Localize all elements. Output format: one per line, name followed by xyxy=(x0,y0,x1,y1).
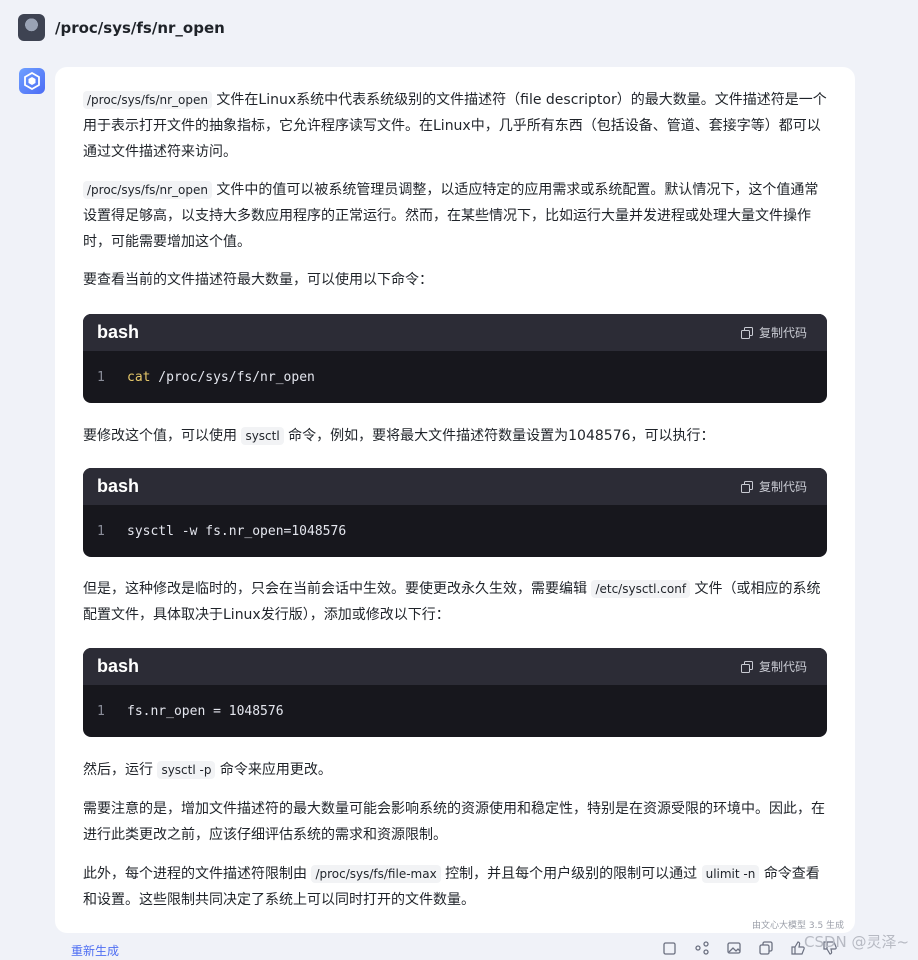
copy-code-label: 复制代码 xyxy=(758,326,807,340)
code-text: fs.nr_open = 1048576 xyxy=(127,703,284,719)
inline-code: ulimit -n xyxy=(701,865,760,883)
copy-icon[interactable] xyxy=(662,940,678,956)
regenerate-button[interactable]: 重新生成 xyxy=(71,942,119,959)
answer-paragraph-7: 需要注意的是，增加文件描述符的最大数量可能会影响系统的资源使用和稳定性，特别是在… xyxy=(83,796,827,848)
paragraph-text: 此外，每个进程的文件描述符限制由 xyxy=(83,866,307,882)
line-number: 1 xyxy=(97,703,105,719)
paragraph-text: 命令来应用更改。 xyxy=(219,762,332,778)
paragraph-text: 需要注意的是，增加文件描述符的最大数量可能会影响系统的资源使用和稳定性，特别是在… xyxy=(83,801,825,843)
code-language: bash xyxy=(97,476,140,496)
code-block-3: bash 复制代码 1 fs.nr_open = 1048576 xyxy=(83,648,827,737)
ernie-logo-icon xyxy=(24,72,40,90)
code-line: 1 fs.nr_open = 1048576 xyxy=(83,685,827,737)
paragraph-text: 命令，例如，要将最大文件描述符数量设置为1048576，可以执行： xyxy=(288,428,715,444)
code-block-header: bash 复制代码 xyxy=(83,468,827,505)
line-number: 1 xyxy=(97,369,105,385)
paragraph-text: 要查看当前的文件描述符最大数量，可以使用以下命令： xyxy=(83,272,433,288)
copy-icon xyxy=(740,480,753,493)
copy-code-label: 复制代码 xyxy=(758,660,807,674)
image-icon[interactable] xyxy=(726,940,742,956)
copy-code-label: 复制代码 xyxy=(758,480,807,494)
answer-paragraph-5: 但是，这种修改是临时的，只会在当前会话中生效。要使更改永久生效，需要编辑 /et… xyxy=(83,576,827,628)
user-message: /proc/sys/fs/nr_open xyxy=(18,14,225,41)
code-block-1: bash 复制代码 1 cat /proc/sys/fs/nr_open xyxy=(83,314,827,403)
share-icon[interactable] xyxy=(694,940,710,956)
code-block-header: bash 复制代码 xyxy=(83,314,827,351)
inline-code: /proc/sys/fs/file-max xyxy=(311,865,441,883)
copy-code-button[interactable]: 复制代码 xyxy=(740,478,807,495)
line-number: 1 xyxy=(97,523,105,539)
inline-code: /proc/sys/fs/nr_open xyxy=(83,91,212,109)
inline-code: /etc/sysctl.conf xyxy=(591,580,691,598)
paragraph-text: 但是，这种修改是临时的，只会在当前会话中生效。要使更改永久生效，需要编辑 xyxy=(83,581,587,597)
paragraph-text: 控制，并且每个用户级别的限制可以通过 xyxy=(445,866,698,882)
answer-card: /proc/sys/fs/nr_open 文件在Linux系统中代表系统级别的文… xyxy=(55,67,855,933)
bot-avatar xyxy=(19,68,45,94)
answer-paragraph-6: 然后，运行 sysctl -p 命令来应用更改。 xyxy=(83,757,827,783)
copy-icon xyxy=(740,326,753,339)
paragraph-text: 要修改这个值，可以使用 xyxy=(83,428,237,444)
user-avatar xyxy=(18,14,45,41)
copy-code-button[interactable]: 复制代码 xyxy=(740,324,807,341)
code-line: 1 sysctl -w fs.nr_open=1048576 xyxy=(83,505,827,557)
code-keyword: cat xyxy=(127,369,151,385)
answer-paragraph-4: 要修改这个值，可以使用 sysctl 命令，例如，要将最大文件描述符数量设置为1… xyxy=(83,423,827,449)
duplicate-icon[interactable] xyxy=(758,940,774,956)
inline-code: sysctl -p xyxy=(157,761,216,779)
csdn-watermark: CSDN @灵泽~ xyxy=(804,933,910,951)
code-text: /proc/sys/fs/nr_open xyxy=(150,369,315,385)
user-query-text: /proc/sys/fs/nr_open xyxy=(55,18,225,37)
model-attribution: 由文心大模型 3.5 生成 xyxy=(752,921,845,931)
code-language: bash xyxy=(97,322,140,342)
copy-code-button[interactable]: 复制代码 xyxy=(740,658,807,675)
code-language: bash xyxy=(97,656,140,676)
code-text: sysctl -w fs.nr_open=1048576 xyxy=(127,523,347,539)
code-block-header: bash 复制代码 xyxy=(83,648,827,685)
inline-code: /proc/sys/fs/nr_open xyxy=(83,181,212,199)
answer-paragraph-3: 要查看当前的文件描述符最大数量，可以使用以下命令： xyxy=(83,267,827,293)
paragraph-text: 然后，运行 xyxy=(83,762,153,778)
answer-paragraph-1: /proc/sys/fs/nr_open 文件在Linux系统中代表系统级别的文… xyxy=(83,87,827,165)
copy-icon xyxy=(740,660,753,673)
inline-code: sysctl xyxy=(241,427,284,445)
answer-paragraph-2: /proc/sys/fs/nr_open 文件中的值可以被系统管理员调整，以适应… xyxy=(83,177,827,255)
answer-paragraph-8: 此外，每个进程的文件描述符限制由 /proc/sys/fs/file-max 控… xyxy=(83,861,827,913)
code-block-2: bash 复制代码 1 sysctl -w fs.nr_open=1048576 xyxy=(83,468,827,557)
code-line: 1 cat /proc/sys/fs/nr_open xyxy=(83,351,827,403)
